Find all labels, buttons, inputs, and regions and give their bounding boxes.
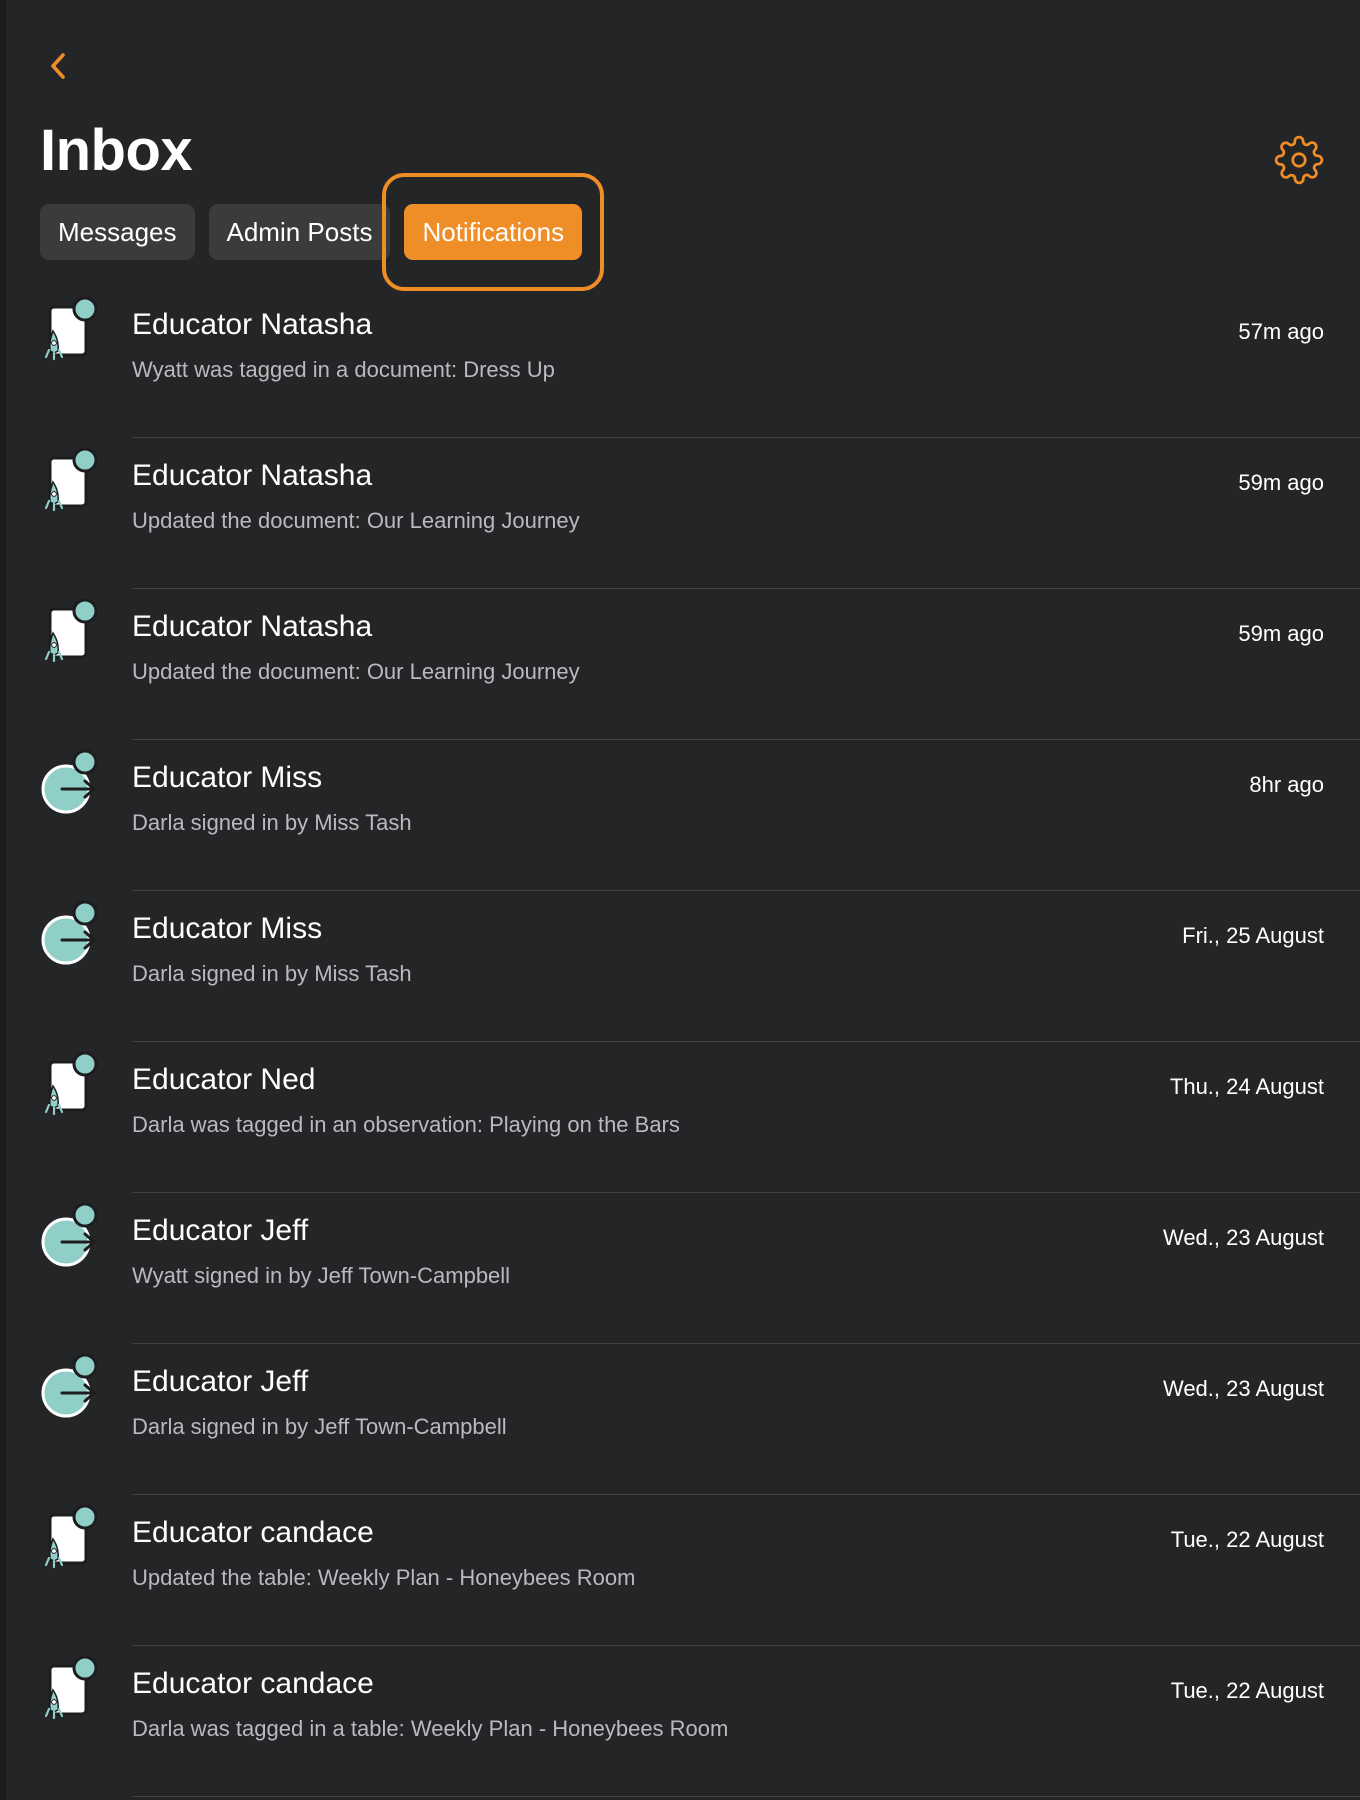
- document-icon: [44, 1655, 98, 1720]
- notification-summary: Updated the document: Our Learning Journ…: [132, 508, 580, 533]
- chevron-left-icon: [51, 53, 65, 79]
- document-icon: [44, 447, 98, 512]
- page-title: Inbox: [40, 118, 193, 183]
- notification-row[interactable]: Educator candace Updated the table: Weekl…: [6, 1495, 1360, 1646]
- notification-timestamp: Tue., 22 August: [1170, 1678, 1324, 1703]
- notification-row[interactable]: Educator Miss Darla signed in by Miss Tas…: [6, 740, 1360, 891]
- notification-sender: Educator Ned: [132, 1063, 316, 1096]
- notification-list: Educator Natasha Wyatt was tagged in a do…: [6, 287, 1360, 1797]
- notification-sender: Educator candace: [132, 1516, 374, 1549]
- notification-row[interactable]: Educator Jeff Wyatt signed in by Jeff Tow…: [6, 1193, 1360, 1344]
- notification-summary: Wyatt was tagged in a document: Dress Up: [132, 357, 555, 382]
- sign-in-icon: [41, 1202, 98, 1267]
- notification-timestamp: 57m ago: [1238, 319, 1324, 344]
- notification-summary: Updated the document: Our Learning Journ…: [132, 659, 580, 684]
- notification-summary: Darla was tagged in an observation: Play…: [132, 1112, 680, 1137]
- tab-admin-posts[interactable]: Admin Posts: [208, 204, 391, 260]
- notification-avatar: [40, 597, 100, 667]
- notification-summary: Updated the table: Weekly Plan - Honeybe…: [132, 1565, 636, 1590]
- document-icon: [44, 1504, 98, 1569]
- notification-avatar: [40, 446, 100, 516]
- notification-sender: Educator Miss: [132, 761, 323, 794]
- notification-summary: Darla was tagged in a table: Weekly Plan…: [132, 1716, 729, 1741]
- notification-avatar: [40, 899, 100, 969]
- notification-avatar: [40, 1654, 100, 1724]
- notification-timestamp: 59m ago: [1238, 470, 1324, 495]
- notification-timestamp: Thu., 24 August: [1169, 1074, 1324, 1099]
- sign-in-icon: [41, 749, 98, 814]
- row-divider: [132, 1796, 1360, 1797]
- document-icon: [44, 296, 98, 361]
- notification-avatar: [40, 1503, 100, 1573]
- notification-timestamp: Fri., 25 August: [1182, 923, 1324, 948]
- notification-avatar: [40, 1352, 100, 1422]
- notification-row[interactable]: Educator Ned Darla was tagged in an obser…: [6, 1042, 1360, 1193]
- notification-row[interactable]: Educator Miss Darla signed in by Miss Tas…: [6, 891, 1360, 1042]
- document-icon: [44, 1051, 98, 1116]
- notification-row[interactable]: Educator Natasha Updated the document: Ou…: [6, 438, 1360, 589]
- tab-messages[interactable]: Messages: [40, 204, 195, 260]
- notification-sender: Educator Miss: [132, 912, 323, 945]
- notification-row[interactable]: Educator Jeff Darla signed in by Jeff Tow…: [6, 1344, 1360, 1495]
- document-icon: [44, 598, 98, 663]
- inbox-tabs: Messages Admin Posts Notifications: [40, 173, 604, 291]
- notification-summary: Darla signed in by Jeff Town-Campbell: [132, 1414, 507, 1439]
- tab-notifications[interactable]: Notifications: [382, 173, 604, 291]
- notification-sender: Educator candace: [132, 1667, 374, 1700]
- notification-sender: Educator Natasha: [132, 610, 373, 643]
- notification-timestamp: 8hr ago: [1249, 772, 1324, 797]
- notification-row[interactable]: Educator candace Darla was tagged in a ta…: [6, 1646, 1360, 1797]
- notification-sender: Educator Jeff: [132, 1365, 309, 1398]
- notification-avatar: [40, 295, 100, 365]
- notification-sender: Educator Natasha: [132, 459, 373, 492]
- notification-row[interactable]: Educator Natasha Updated the document: Ou…: [6, 589, 1360, 740]
- settings-button[interactable]: [1274, 135, 1324, 185]
- notification-row[interactable]: Educator Natasha Wyatt was tagged in a do…: [6, 287, 1360, 438]
- notification-sender: Educator Jeff: [132, 1214, 309, 1247]
- back-button[interactable]: [42, 48, 74, 84]
- notification-avatar: [40, 1050, 100, 1120]
- sign-in-icon: [41, 900, 98, 965]
- gear-icon: [1274, 135, 1324, 185]
- notification-avatar: [40, 748, 100, 818]
- notification-timestamp: Tue., 22 August: [1170, 1527, 1324, 1552]
- notification-timestamp: Wed., 23 August: [1162, 1376, 1324, 1401]
- notification-summary: Darla signed in by Miss Tash: [132, 810, 412, 835]
- notification-avatar: [40, 1201, 100, 1271]
- notification-sender: Educator Natasha: [132, 308, 373, 341]
- notification-timestamp: Wed., 23 August: [1162, 1225, 1324, 1250]
- notification-timestamp: 59m ago: [1238, 621, 1324, 646]
- notification-summary: Darla signed in by Miss Tash: [132, 961, 412, 986]
- inbox-screen: Inbox Messages Admin Posts Notifications…: [6, 0, 1360, 1800]
- notification-summary: Wyatt signed in by Jeff Town-Campbell: [132, 1263, 511, 1288]
- sign-in-icon: [41, 1353, 98, 1418]
